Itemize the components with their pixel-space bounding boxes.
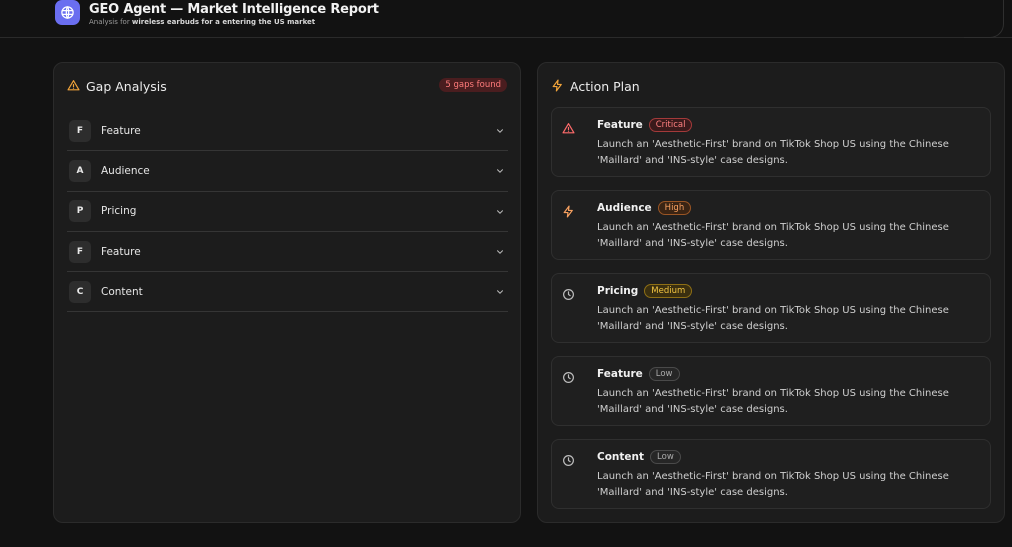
action-card-title: Pricing: [597, 285, 639, 297]
chevron-down-icon[interactable]: [495, 161, 505, 180]
subtitle-topic: wireless earbuds for a entering the US m…: [131, 18, 316, 26]
gap-row-content[interactable]: C Content: [67, 272, 508, 313]
chevron-down-icon[interactable]: [495, 202, 505, 221]
gap-letter-avatar: P: [69, 200, 91, 223]
action-card-description: Launch an 'Aesthetic-First' brand on Tik…: [597, 305, 949, 332]
gap-letter-avatar: C: [69, 280, 91, 303]
priority-badge: Critical: [648, 118, 693, 132]
gap-row-audience[interactable]: A Audience: [67, 151, 508, 192]
action-card-title: Audience: [597, 202, 652, 214]
chevron-down-icon[interactable]: [495, 282, 505, 301]
action-card-title: Feature: [597, 368, 643, 380]
action-card-content-low: Content Low Launch an 'Aesthetic-First' …: [551, 439, 991, 509]
action-card-description: Launch an 'Aesthetic-First' brand on Tik…: [597, 139, 949, 166]
clock-icon: [562, 369, 575, 388]
action-card-description: Launch an 'Aesthetic-First' brand on Tik…: [597, 388, 949, 415]
action-card-header: Feature Low: [597, 367, 680, 381]
action-card-header: Audience High: [597, 201, 692, 215]
gap-list: F Feature A Audience P Pricing F Feature…: [67, 111, 508, 313]
report-header: GEO Agent — Market Intelligence Report A…: [0, 0, 1012, 38]
gap-label: Feature: [101, 245, 141, 258]
header-divider-curve: [964, 0, 1004, 38]
action-card-feature-critical: Feature Critical Launch an 'Aesthetic-Fi…: [551, 107, 991, 177]
action-card-description: Launch an 'Aesthetic-First' brand on Tik…: [597, 471, 949, 498]
priority-badge: Medium: [644, 284, 693, 298]
priority-badge: Low: [650, 450, 681, 464]
warning-triangle-icon: [67, 77, 80, 96]
action-card-title: Content: [597, 451, 645, 463]
action-card-header: Feature Critical: [597, 118, 693, 132]
priority-badge: High: [657, 201, 692, 215]
gap-label: Content: [101, 285, 143, 298]
gap-analysis-panel: Gap Analysis 5 gaps found F Feature A Au…: [53, 62, 521, 523]
lightning-icon: [551, 77, 564, 96]
gap-analysis-title: Gap Analysis: [86, 79, 167, 94]
page-subtitle: Analysis for wireless earbuds for a ente…: [89, 18, 315, 26]
gap-letter-avatar: F: [69, 119, 91, 142]
lightning-icon: [562, 203, 575, 222]
chevron-down-icon[interactable]: [495, 242, 505, 261]
gap-row-feature[interactable]: F Feature: [67, 111, 508, 152]
action-card-pricing-medium: Pricing Medium Launch an 'Aesthetic-Firs…: [551, 273, 991, 343]
globe-icon: [55, 0, 80, 25]
action-card-feature-low: Feature Low Launch an 'Aesthetic-First' …: [551, 356, 991, 426]
action-plan-title: Action Plan: [570, 79, 640, 94]
action-plan-header: Action Plan: [551, 77, 640, 96]
action-plan-panel: Action Plan Feature Critical Launch an '…: [537, 62, 1005, 523]
action-card-header: Pricing Medium: [597, 284, 693, 298]
alert-triangle-icon: [562, 120, 575, 139]
gaps-found-badge: 5 gaps found: [439, 78, 507, 92]
subtitle-prefix: Analysis for: [89, 18, 132, 26]
gap-analysis-header: Gap Analysis: [67, 77, 167, 96]
gap-row-feature-2[interactable]: F Feature: [67, 232, 508, 273]
gap-row-pricing[interactable]: P Pricing: [67, 192, 508, 232]
gap-letter-avatar: F: [69, 240, 91, 263]
action-card-audience-high: Audience High Launch an 'Aesthetic-First…: [551, 190, 991, 260]
action-card-title: Feature: [597, 119, 643, 131]
clock-icon: [562, 286, 575, 305]
priority-badge: Low: [648, 367, 680, 381]
action-card-header: Content Low: [597, 450, 681, 464]
clock-icon: [562, 452, 575, 471]
page-title: GEO Agent — Market Intelligence Report: [89, 2, 379, 17]
chevron-down-icon[interactable]: [495, 121, 505, 140]
action-card-description: Launch an 'Aesthetic-First' brand on Tik…: [597, 222, 949, 249]
gap-label: Feature: [101, 124, 141, 137]
gap-letter-avatar: A: [69, 159, 91, 182]
gap-label: Audience: [101, 164, 150, 177]
gap-label: Pricing: [101, 205, 137, 218]
